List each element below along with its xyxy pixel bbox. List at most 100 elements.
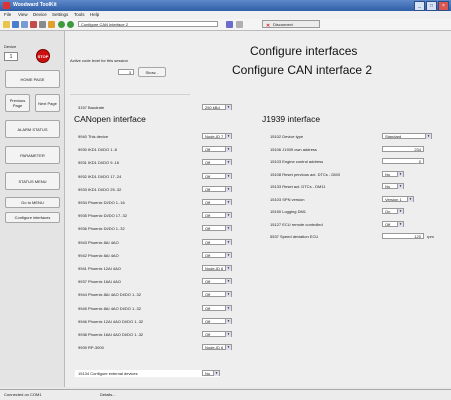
canopen-row-value: Off <box>205 213 211 218</box>
canopen-row-select[interactable]: Off ▼ <box>202 146 232 152</box>
menu-device[interactable]: Device <box>33 12 47 17</box>
parameter-button[interactable]: PARAMETER <box>5 146 60 164</box>
baudrate-value: 250 kBd <box>205 105 220 110</box>
chevron-down-icon: ▼ <box>225 319 231 324</box>
details-link[interactable]: Details... <box>100 392 116 397</box>
upload-icon[interactable] <box>30 21 37 28</box>
next-page-button[interactable]: Next Page <box>35 94 60 112</box>
stop-button[interactable]: STOP <box>36 49 50 63</box>
refresh-icon[interactable] <box>236 21 243 28</box>
chevron-down-icon: ▼ <box>225 332 231 337</box>
chevron-down-icon: ▼ <box>425 134 431 139</box>
status-bar: Connected on COM1 Details... <box>0 389 451 400</box>
chevron-down-icon: ▼ <box>225 200 231 205</box>
goto-menu-button[interactable]: Go to MENU <box>5 197 60 208</box>
j1939-row-select[interactable]: Version 1 ▼ <box>382 196 414 202</box>
canopen-row-label: 9935 Phoenix DI/DO 17..32 <box>78 213 127 218</box>
previous-page-button[interactable]: Previous Page <box>5 94 30 112</box>
maximize-icon[interactable]: □ <box>426 1 437 11</box>
external-devices-select[interactable]: No ▼ <box>202 370 220 376</box>
chevron-down-icon: ▼ <box>225 253 231 258</box>
chevron-down-icon: ▼ <box>225 160 231 165</box>
j1939-row-value: Standard <box>385 134 402 139</box>
menu-tools[interactable]: Tools <box>74 12 85 17</box>
back-icon[interactable] <box>58 21 65 28</box>
canopen-row-label: 9933 IKD1 DI/DO 25..32 <box>78 187 122 192</box>
j1939-title: J1939 interface <box>262 114 321 124</box>
chevron-down-icon: ▼ <box>225 134 231 139</box>
save-icon[interactable] <box>12 21 19 28</box>
settings-icon[interactable] <box>48 21 55 28</box>
canopen-row-label: 9936 Phoenix DI/DO 1..32 <box>78 226 125 231</box>
canopen-row-select[interactable]: Off ▼ <box>202 173 232 179</box>
device-number[interactable]: 1 <box>4 52 18 61</box>
canopen-row-select[interactable]: Node-ID 6 ▼ <box>202 265 232 271</box>
j1939-row-select[interactable]: No ▼ <box>382 183 404 189</box>
home-page-button[interactable]: HOME PAGE <box>5 70 60 88</box>
status-menu-button[interactable]: STATUS MENU <box>5 172 60 190</box>
canopen-row-value: Off <box>205 226 211 231</box>
canopen-row-select[interactable]: Off ▼ <box>202 305 232 311</box>
j1939-row-select[interactable]: Off ▼ <box>382 221 404 227</box>
j1939-row-select[interactable]: Standard ▼ <box>382 133 432 139</box>
j1939-row-select[interactable]: No ▼ <box>382 171 404 177</box>
chevron-down-icon: ▼ <box>225 174 231 179</box>
page-subtitle: Configure CAN interface 2 <box>232 63 373 77</box>
canopen-row-select[interactable]: Off ▼ <box>202 159 232 165</box>
canopen-row-select[interactable]: Off ▼ <box>202 278 232 284</box>
chevron-down-icon: ▼ <box>225 147 231 152</box>
forward-icon[interactable] <box>67 21 74 28</box>
j1939-row-input[interactable]: 0 <box>382 158 424 164</box>
canopen-row-select[interactable]: Off ▼ <box>202 252 232 258</box>
j1939-row-unit: rpm <box>427 234 434 239</box>
canopen-row-select[interactable]: Off ▼ <box>202 199 232 205</box>
menu-file[interactable]: File <box>4 12 11 17</box>
canopen-row-select[interactable]: Off ▼ <box>202 331 232 337</box>
chevron-down-icon: ▼ <box>397 184 403 189</box>
chevron-down-icon: ▼ <box>225 213 231 218</box>
canopen-row-select[interactable]: Off ▼ <box>202 212 232 218</box>
menu-help[interactable]: Help <box>90 12 99 17</box>
j1939-row-value: On <box>385 209 391 214</box>
print-icon[interactable] <box>21 21 28 28</box>
page-combo[interactable]: Configure CAN Interface 2 <box>78 21 218 27</box>
divider <box>70 94 190 95</box>
canopen-row-label: 9939 RP-3000 <box>78 345 104 350</box>
external-devices-value: No <box>205 371 211 376</box>
baudrate-select[interactable]: 250 kBd ▼ <box>202 104 232 110</box>
canopen-row-value: Off <box>205 292 211 297</box>
j1939-row-label: 15103 Engine control address <box>270 159 324 164</box>
close-icon[interactable]: × <box>438 1 449 11</box>
menu-settings[interactable]: Settings <box>52 12 68 17</box>
j1939-row-select[interactable]: On ▼ <box>382 208 404 214</box>
disconnect-button[interactable]: ✕ Disconnect <box>262 20 320 29</box>
canopen-row-value: Off <box>205 174 211 179</box>
canopen-row-label: 9946 Phoenix 12AI 4AO DI/DO 1..32 <box>78 319 144 324</box>
show-button[interactable]: Show... <box>138 67 166 77</box>
disconnect-label: Disconnect <box>273 22 293 27</box>
canopen-row-select[interactable]: Node-ID 6 ▼ <box>202 344 232 350</box>
canopen-row-select[interactable]: Node-ID 7 ▼ <box>202 133 232 139</box>
canopen-row-value: Node-ID 7 <box>205 134 224 139</box>
alarm-status-button[interactable]: ALARM STATUS <box>5 120 60 138</box>
nav-icon[interactable] <box>226 21 233 28</box>
download-icon[interactable] <box>39 21 46 28</box>
j1939-row-label: 15102 Device type <box>270 134 304 139</box>
open-icon[interactable] <box>3 21 10 28</box>
j1939-row-label: 15150 Logging DM1 <box>270 209 307 214</box>
canopen-row-select[interactable]: Off ▼ <box>202 186 232 192</box>
configure-interfaces-button[interactable]: Configure interfaces <box>5 212 60 223</box>
canopen-row-select[interactable]: Off ▼ <box>202 291 232 297</box>
menu-view[interactable]: View <box>18 12 28 17</box>
chevron-down-icon: ▼ <box>225 306 231 311</box>
j1939-row-input[interactable]: 120 <box>382 233 424 239</box>
j1939-row-value: Version 1 <box>385 197 402 202</box>
j1939-row-input[interactable]: 234 <box>382 146 424 152</box>
canopen-row-select[interactable]: Off ▼ <box>202 225 232 231</box>
canopen-row-select[interactable]: Off ▼ <box>202 239 232 245</box>
minimize-icon[interactable]: _ <box>414 1 425 11</box>
chevron-down-icon: ▼ <box>225 187 231 192</box>
canopen-row-select[interactable]: Off ▼ <box>202 318 232 324</box>
canopen-row-label: 9942 Phoenix 8AI 4AO <box>78 253 119 258</box>
canopen-row-value: Off <box>205 319 211 324</box>
